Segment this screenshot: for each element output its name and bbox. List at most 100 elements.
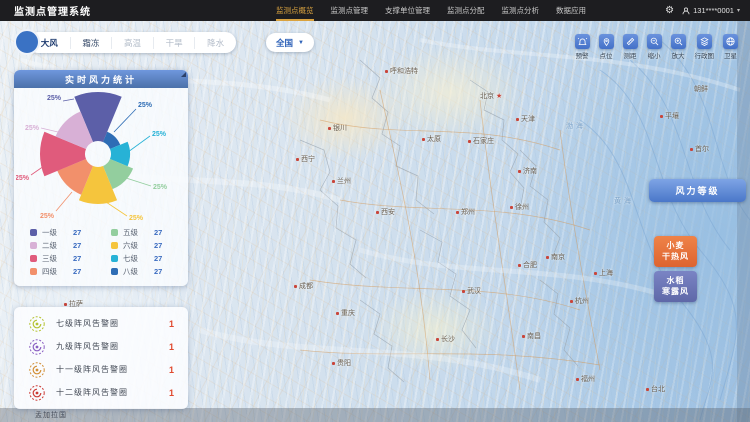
user-phone: 131****0001 (693, 6, 734, 15)
menu-item-support-units[interactable]: 支撑单位管理 (385, 0, 430, 21)
chevron-down-icon: ▾ (737, 7, 740, 14)
warning-count: 1 (169, 342, 174, 352)
navbar-right: ⚙ 131****0001 ▾ (665, 0, 740, 21)
panel-fold-icon[interactable] (181, 72, 186, 77)
city-label: 贵阳 (332, 358, 351, 368)
city-label: 长沙 (436, 334, 455, 344)
rose-pct-6: 25% (129, 215, 144, 222)
city-label: 武汉 (462, 286, 481, 296)
legend-swatch (30, 242, 37, 249)
typhoon-badge-icon (28, 338, 46, 356)
rose-pct-1: 25% (47, 95, 62, 102)
legend-item[interactable]: 七级27 (111, 252, 178, 265)
city-label: 合肥 (518, 260, 537, 270)
rose-pct-5: 25% (153, 184, 168, 191)
tab-heat[interactable]: 高温 (111, 37, 153, 49)
country-label-korea: 朝鲜 (694, 84, 708, 94)
legend-item[interactable]: 五级27 (111, 226, 178, 239)
wind-rose-chart: 25% 25% 25% 25% 25% 25% 25% 25% (16, 90, 186, 224)
city-label: 首尔 (690, 144, 709, 154)
hazard-tabbar: 大风 霜冻 高温 干旱 降水 (28, 32, 236, 53)
rose-pct-3: 25% (16, 175, 30, 182)
sea-label-yellowsea: 黄海 (614, 196, 634, 206)
legend-swatch (30, 268, 37, 275)
city-label: 西安 (376, 207, 395, 217)
chevron-down-icon: ▼ (298, 40, 304, 46)
warning-count: 1 (169, 365, 174, 375)
legend-item[interactable]: 四级27 (30, 265, 97, 278)
menu-item-manage[interactable]: 监测点管理 (331, 0, 369, 21)
city-label: 杭州 (570, 296, 589, 306)
city-label: 兰州 (332, 176, 351, 186)
menu-item-data-app[interactable]: 数据应用 (556, 0, 586, 21)
tool-zoom-in[interactable]: 放大 (671, 34, 686, 60)
typhoon-badge-icon (28, 384, 46, 402)
tab-drought[interactable]: 干旱 (153, 37, 195, 49)
measure-icon (623, 34, 638, 49)
city-label: 徐州 (510, 202, 529, 212)
wheat-dry-hot-wind-button[interactable]: 小麦 干热风 (654, 236, 697, 267)
city-label: 福州 (576, 374, 595, 384)
city-label: 天津 (516, 114, 535, 124)
wind-legend: 一级27 二级27 三级27 四级27 五级27 六级27 七级27 八级27 (14, 224, 188, 286)
main-menu: 监测点概览 监测点管理 支撑单位管理 监测点分配 监测点分析 数据应用 (276, 0, 586, 21)
warning-row[interactable]: 十二级阵风告警圈 1 (14, 381, 188, 404)
warning-count: 1 (169, 388, 174, 398)
app-title: 监测点管理系统 (14, 3, 91, 18)
legend-item[interactable]: 三级27 (30, 252, 97, 265)
top-navbar: 监测点管理系统 监测点概览 监测点管理 支撑单位管理 监测点分配 监测点分析 数… (0, 0, 750, 21)
menu-item-overview[interactable]: 监测点概览 (276, 0, 314, 21)
city-label: 呼和浩特 (385, 66, 418, 76)
city-label-beijing: 北京★ (480, 91, 502, 101)
wind-stats-panel: 实时风力统计 (14, 70, 188, 286)
satellite-icon (723, 34, 738, 49)
tool-satellite[interactable]: 卫星 (723, 34, 738, 60)
rice-cold-dew-wind-button[interactable]: 水稻 寒露风 (654, 271, 697, 302)
rose-pct-2: 25% (25, 125, 40, 132)
region-select[interactable]: 全国 ▼ (266, 33, 314, 52)
warning-row[interactable]: 九级阵风告警圈 1 (14, 335, 188, 358)
capital-star-icon: ★ (496, 93, 502, 100)
map-edge-shade (737, 21, 750, 422)
legend-item[interactable]: 二级27 (30, 239, 97, 252)
sea-label-bohai: 渤海 (566, 121, 586, 131)
pin-icon (599, 34, 614, 49)
city-label: 平壤 (660, 111, 679, 121)
city-label: 银川 (328, 123, 347, 133)
city-label: 石家庄 (468, 136, 494, 146)
warning-row[interactable]: 十一级阵风告警圈 1 (14, 358, 188, 381)
hazard-badge-icon[interactable] (14, 29, 40, 55)
legend-item[interactable]: 八级27 (111, 265, 178, 278)
city-label: 济南 (518, 166, 537, 176)
legend-item[interactable]: 一级27 (30, 226, 97, 239)
city-label: 南昌 (522, 331, 541, 341)
tab-rain[interactable]: 降水 (194, 37, 236, 49)
alarm-icon (575, 34, 590, 49)
menu-item-analysis[interactable]: 监测点分析 (502, 0, 540, 21)
tab-frost[interactable]: 霜冻 (70, 37, 112, 49)
tool-points[interactable]: 点位 (599, 34, 614, 60)
legend-swatch (30, 255, 37, 262)
zoom-out-icon (647, 34, 662, 49)
user-account-menu[interactable]: 131****0001 ▾ (682, 6, 740, 15)
tool-admin-map[interactable]: 行政图 (695, 34, 715, 60)
country-label-bangladesh: 孟加拉国 (35, 410, 67, 420)
tool-measure[interactable]: 测距 (623, 34, 638, 60)
legend-item[interactable]: 六级27 (111, 239, 178, 252)
layers-icon (697, 34, 712, 49)
tool-zoom-out[interactable]: 缩小 (647, 34, 662, 60)
legend-swatch (111, 229, 118, 236)
city-label: 成都 (294, 281, 313, 291)
tool-alert[interactable]: 预警 (575, 34, 590, 60)
typhoon-badge-icon (28, 361, 46, 379)
menu-item-assign[interactable]: 监测点分配 (447, 0, 485, 21)
legend-swatch (30, 229, 37, 236)
warning-row[interactable]: 七级阵风告警圈 1 (14, 312, 188, 335)
wind-level-button[interactable]: 风力等级 (649, 179, 746, 202)
user-icon (682, 7, 690, 15)
rose-pct-8: 25% (138, 102, 153, 109)
legend-swatch (111, 268, 118, 275)
city-label: 上海 (594, 268, 613, 278)
settings-gear-icon[interactable]: ⚙ (665, 6, 674, 16)
map-toolbar: 预警 点位 测距 缩小 放大 行政图 卫星 (575, 34, 739, 60)
